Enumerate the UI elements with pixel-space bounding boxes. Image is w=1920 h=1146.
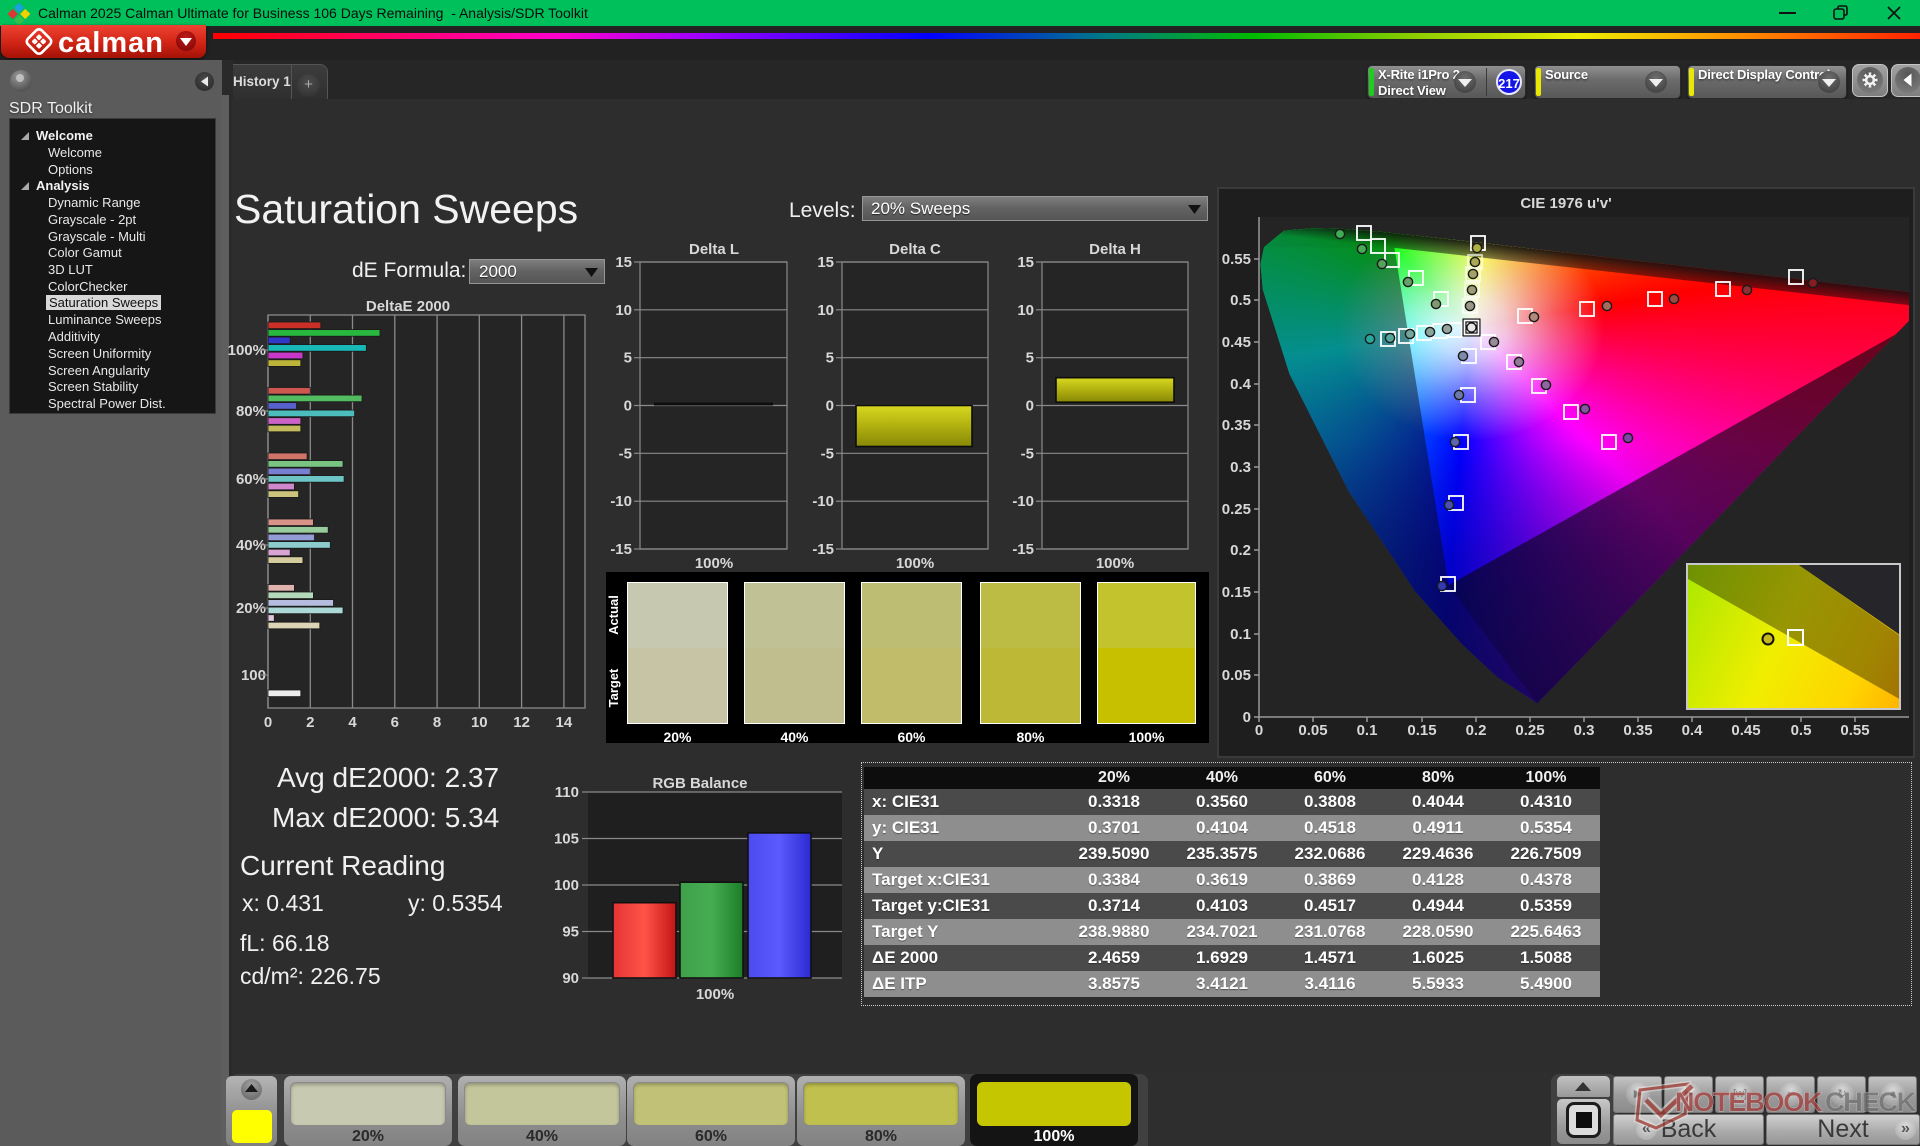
svg-text:0.5: 0.5 xyxy=(1791,722,1812,739)
svg-text:0.55: 0.55 xyxy=(1840,722,1869,739)
svg-text:CHECK: CHECK xyxy=(1825,1087,1917,1117)
svg-text:0.35: 0.35 xyxy=(1623,722,1652,739)
svg-text:0.15: 0.15 xyxy=(1407,722,1436,739)
svg-text:0: 0 xyxy=(1255,722,1263,739)
svg-text:0.05: 0.05 xyxy=(1298,722,1327,739)
svg-text:0.1: 0.1 xyxy=(1230,626,1251,643)
svg-text:0.35: 0.35 xyxy=(1222,417,1251,434)
svg-text:0.55: 0.55 xyxy=(1222,251,1251,268)
svg-text:0.3: 0.3 xyxy=(1574,722,1595,739)
svg-text:0.15: 0.15 xyxy=(1222,584,1251,601)
svg-text:0.45: 0.45 xyxy=(1731,722,1760,739)
svg-text:0.1: 0.1 xyxy=(1357,722,1378,739)
svg-text:0.2: 0.2 xyxy=(1230,542,1251,559)
svg-text:0.4: 0.4 xyxy=(1230,376,1252,393)
svg-text:0: 0 xyxy=(1243,709,1251,726)
svg-text:0.25: 0.25 xyxy=(1515,722,1544,739)
svg-text:0.05: 0.05 xyxy=(1222,667,1251,684)
svg-text:0.45: 0.45 xyxy=(1222,334,1251,351)
svg-text:0.4: 0.4 xyxy=(1682,722,1704,739)
svg-text:NOTEBOOK: NOTEBOOK xyxy=(1675,1087,1823,1117)
svg-text:0.3: 0.3 xyxy=(1230,459,1251,476)
svg-text:0.5: 0.5 xyxy=(1230,292,1251,309)
svg-text:0.25: 0.25 xyxy=(1222,501,1251,518)
svg-text:0.2: 0.2 xyxy=(1466,722,1487,739)
